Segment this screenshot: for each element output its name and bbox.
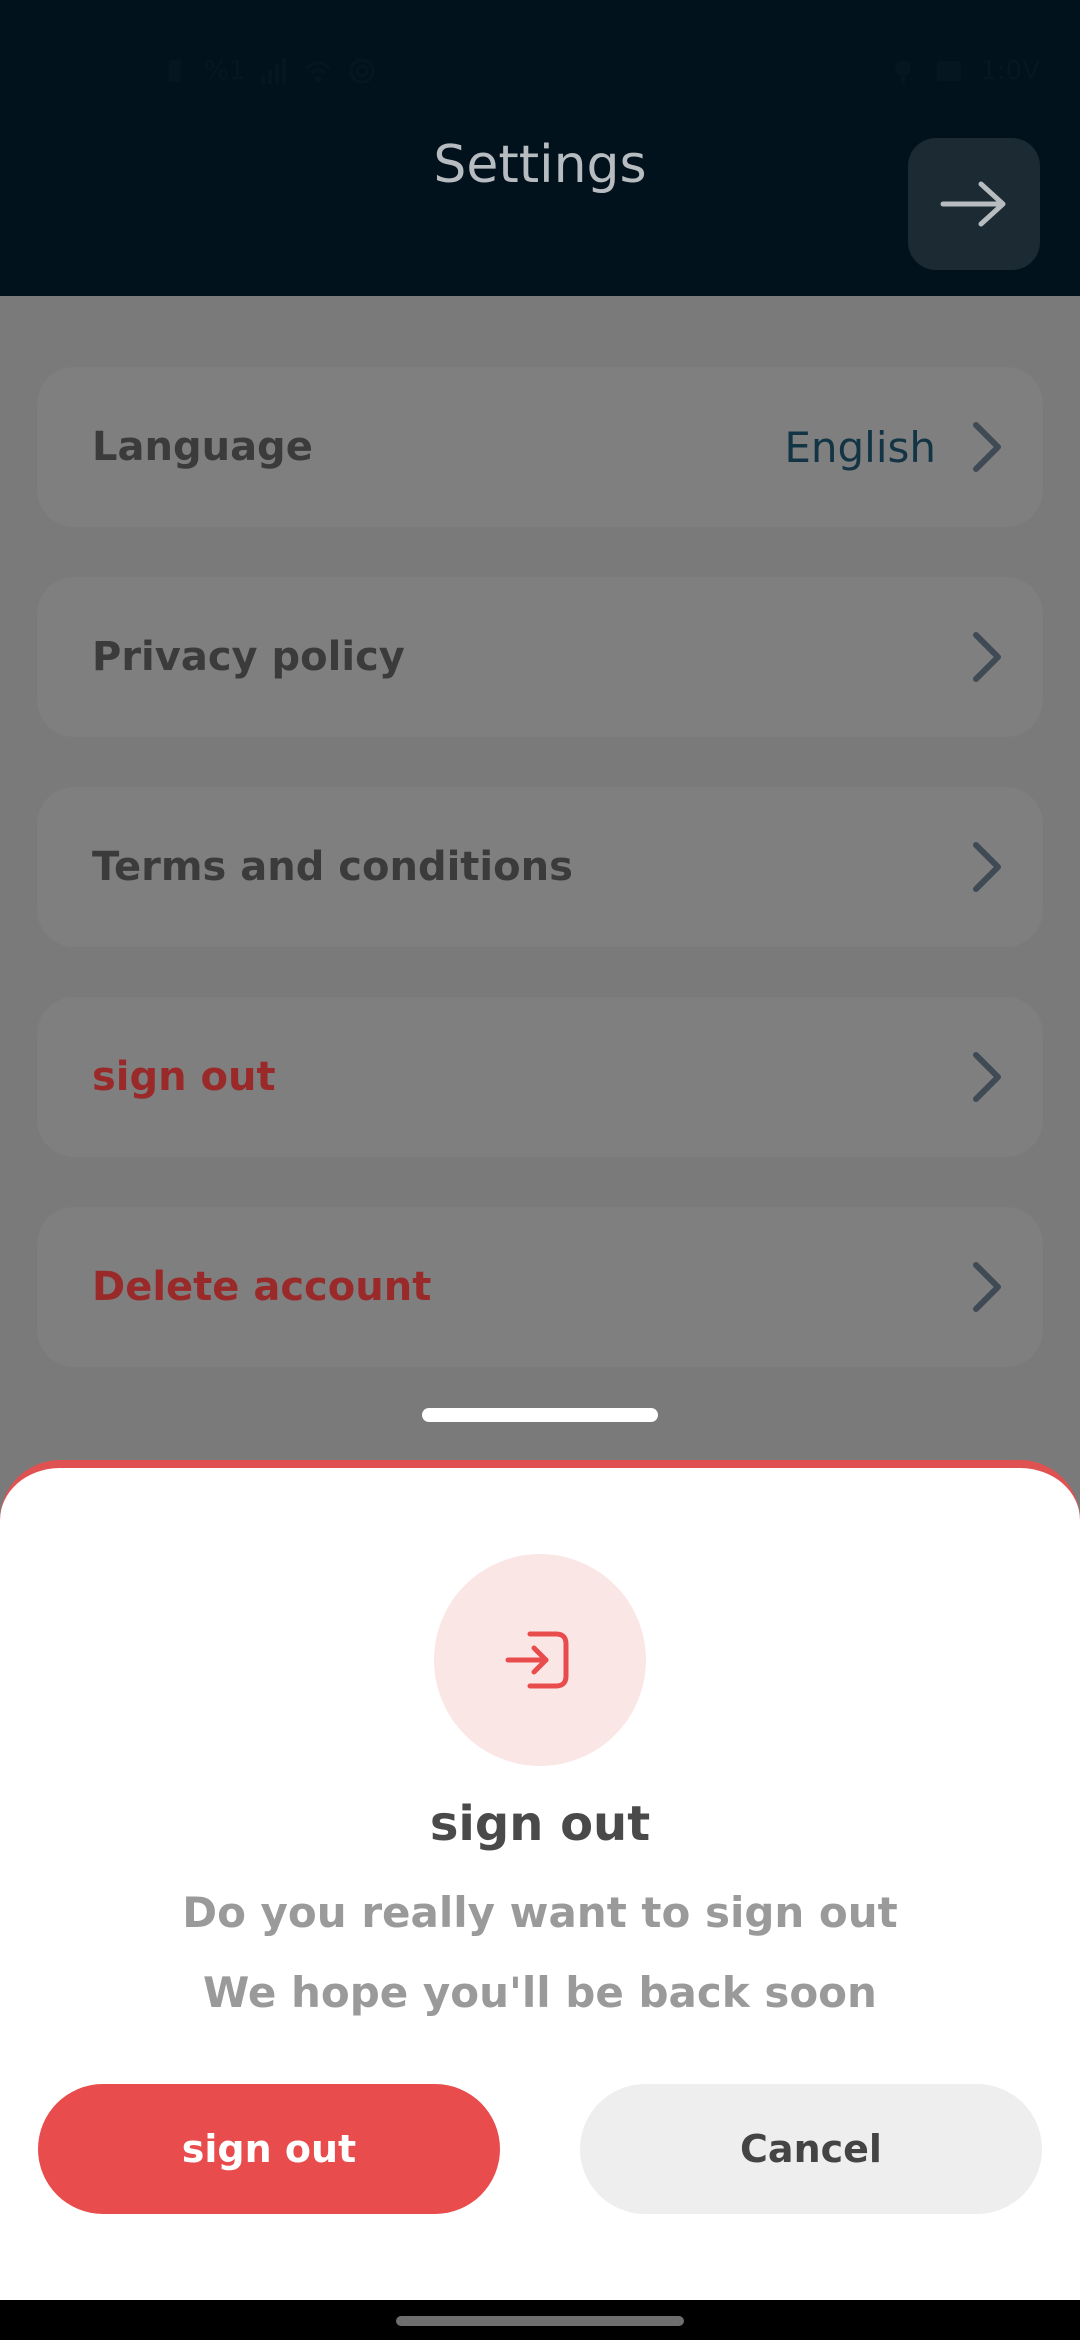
language-row[interactable]: Language English: [38, 368, 1042, 526]
hotspot-icon: [349, 58, 375, 84]
sheet-icon-circle: [434, 1554, 646, 1766]
wifi-icon: [305, 61, 332, 82]
forward-button[interactable]: [908, 138, 1040, 270]
home-gesture-pill[interactable]: [396, 2316, 684, 2326]
language-value: English: [784, 422, 936, 472]
privacy-policy-row[interactable]: Privacy policy: [38, 578, 1042, 736]
chevron-right-icon: [973, 1262, 1001, 1312]
cancel-button[interactable]: Cancel: [580, 2084, 1042, 2214]
terms-label: Terms and conditions: [92, 844, 573, 890]
settings-list: Language English Privacy policy Terms an…: [38, 368, 1042, 1418]
image-icon: [937, 61, 962, 81]
arrow-right-icon: [940, 181, 1006, 227]
sign-out-label: sign out: [92, 1054, 276, 1100]
sheet-title: sign out: [429, 1796, 651, 1852]
signal-icon: [261, 58, 287, 84]
status-bar: %1 1:0V: [0, 40, 1080, 110]
language-label: Language: [92, 424, 313, 470]
status-right: 1:0V: [888, 56, 1040, 86]
clock-text: 1:0V: [980, 56, 1040, 86]
battery-icon: [169, 60, 181, 82]
chevron-right-icon: [973, 842, 1001, 892]
sign-in-icon: [505, 1631, 569, 1689]
privacy-policy-label: Privacy policy: [92, 634, 405, 680]
status-left-text: %1: [204, 56, 246, 86]
sign-out-row[interactable]: sign out: [38, 998, 1042, 1156]
system-nav-bar: [0, 2300, 1080, 2340]
chevron-right-icon: [973, 1052, 1001, 1102]
sign-out-sheet: sign out Do you really want to sign out …: [0, 1460, 1080, 2308]
delete-account-label: Delete account: [92, 1264, 432, 1310]
sheet-drag-handle[interactable]: [422, 1408, 658, 1422]
app-header: %1 1:0V Settings: [0, 0, 1080, 296]
status-left: %1: [160, 56, 377, 86]
delete-account-row[interactable]: Delete account: [38, 1208, 1042, 1366]
sheet-message-line1: Do you really want to sign out: [182, 1888, 898, 1937]
chevron-right-icon: [973, 422, 1001, 472]
terms-row[interactable]: Terms and conditions: [38, 788, 1042, 946]
location-icon: [895, 60, 912, 83]
confirm-sign-out-button[interactable]: sign out: [38, 2084, 500, 2214]
chevron-right-icon: [973, 632, 1001, 682]
sheet-message-line2: We hope you'll be back soon: [203, 1968, 877, 2017]
